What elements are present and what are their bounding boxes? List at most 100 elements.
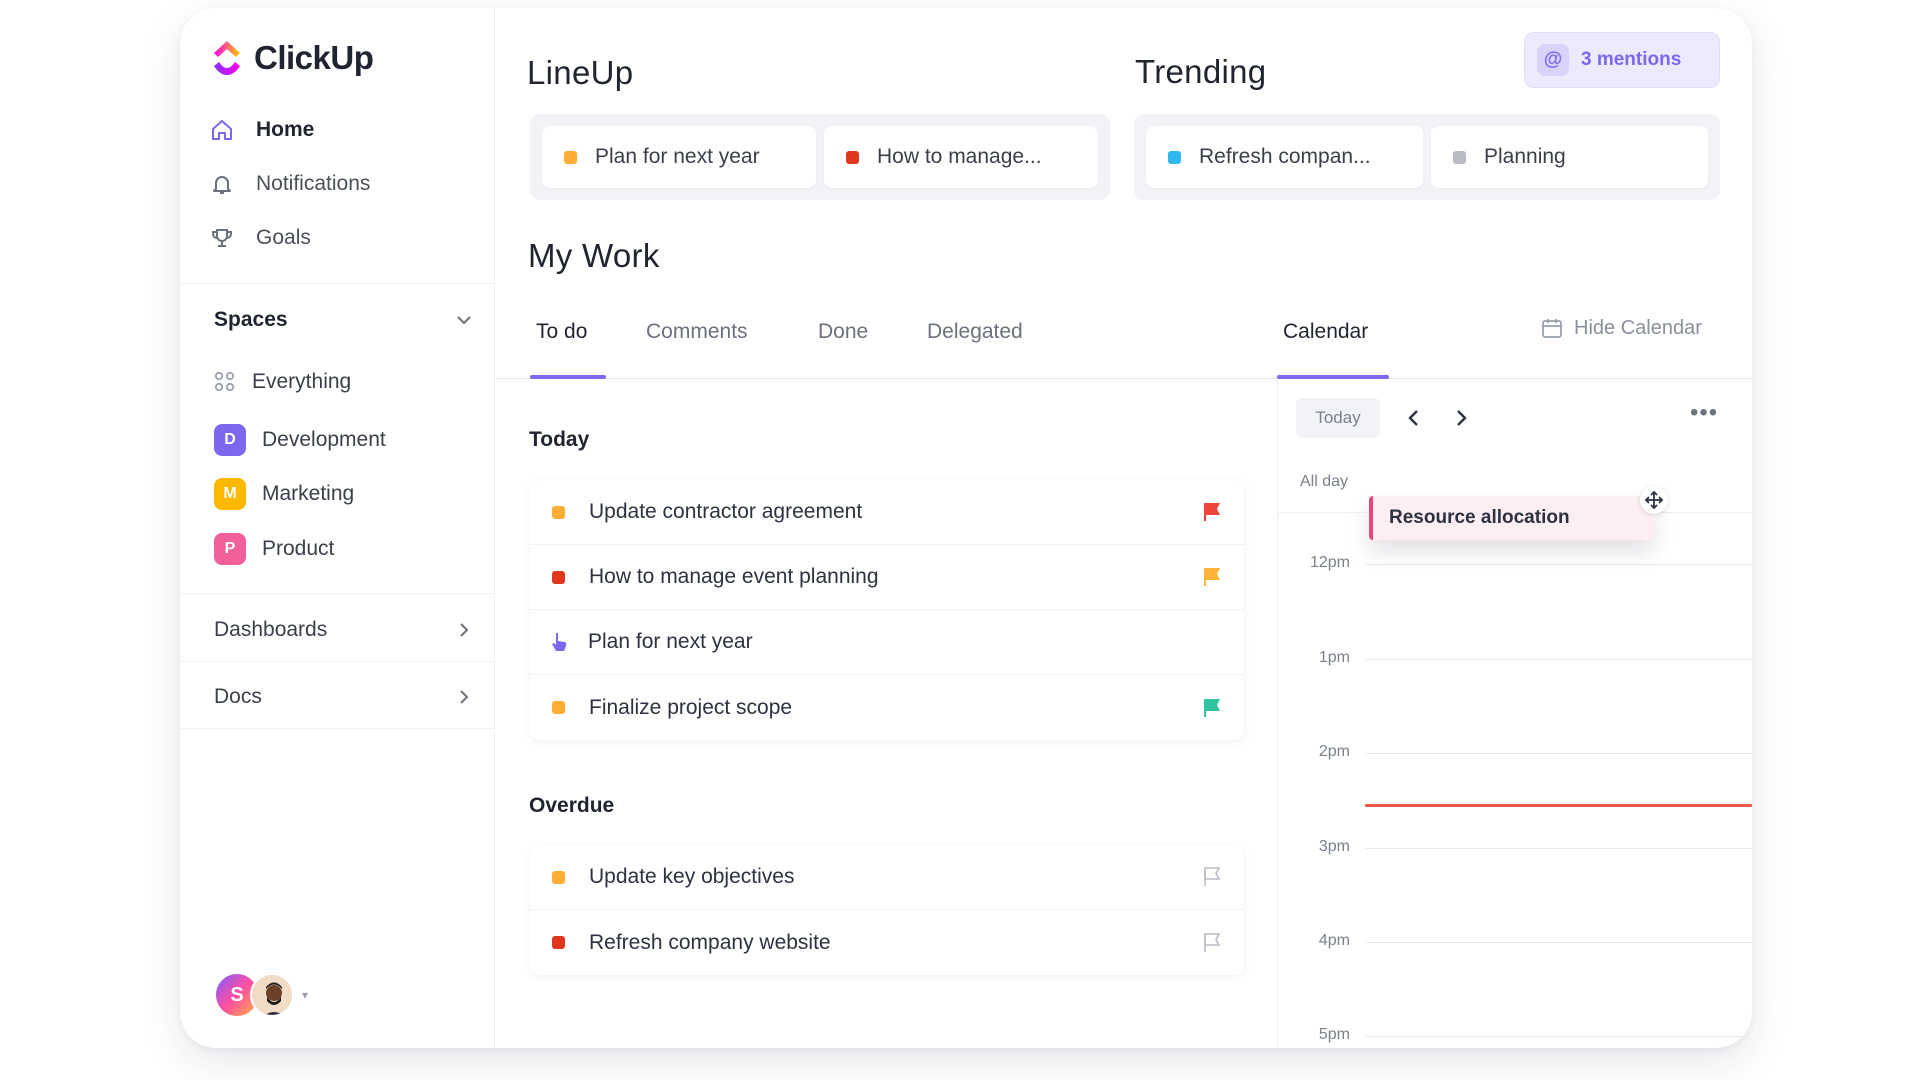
hour-line	[1365, 564, 1752, 565]
dashboards-item[interactable]: Dashboards	[214, 618, 474, 642]
home-icon	[212, 120, 232, 140]
lineup-card[interactable]: How to manage...	[824, 126, 1098, 188]
status-dot	[552, 505, 565, 519]
hour-label: 2pm	[1318, 743, 1350, 760]
dashboards-label: Dashboards	[214, 618, 328, 641]
divider	[180, 728, 495, 729]
trophy-icon	[212, 229, 232, 247]
status-dot	[552, 870, 565, 884]
space-label: Marketing	[262, 482, 355, 505]
bell-icon	[213, 176, 231, 194]
space-badge: P	[214, 533, 246, 565]
status-dot	[564, 150, 577, 164]
hide-calendar-label: Hide Calendar	[1574, 316, 1702, 339]
grid-icon	[214, 371, 235, 392]
tab-comments[interactable]: Comments	[646, 320, 748, 344]
task-row[interactable]: How to manage event planning	[530, 545, 1244, 610]
chevron-down-icon[interactable]	[454, 310, 474, 330]
nav-label-home: Home	[256, 118, 315, 141]
divider	[180, 593, 495, 594]
space-label-everything: Everything	[252, 370, 352, 393]
move-icon[interactable]	[1640, 486, 1668, 514]
logo[interactable]: ClickUp	[210, 38, 374, 78]
nav-label-goals: Goals	[256, 226, 311, 249]
task-row[interactable]: Update contractor agreement	[530, 480, 1244, 545]
space-label: Product	[262, 537, 335, 560]
today-task-list: Update contractor agreement How to manag…	[530, 480, 1244, 740]
trending-card[interactable]: Planning	[1431, 126, 1708, 188]
space-item-development[interactable]: D Development	[214, 424, 386, 456]
user-switcher[interactable]: S ▾	[214, 972, 308, 1018]
priority-flag-outline-icon[interactable]	[1200, 865, 1224, 889]
mentions-label: 3 mentions	[1581, 49, 1682, 70]
status-dot	[552, 701, 565, 714]
status-dot	[552, 570, 565, 584]
logo-text: ClickUp	[254, 39, 374, 76]
caret-down-icon[interactable]: ▾	[302, 988, 308, 1002]
status-dot	[552, 936, 565, 949]
space-item-marketing[interactable]: M Marketing	[214, 478, 354, 510]
tab-calendar[interactable]: Calendar	[1283, 320, 1368, 344]
hour-label: 3pm	[1318, 838, 1350, 855]
lineup-card-label: How to manage...	[877, 145, 1042, 168]
avatar-photo[interactable]	[250, 973, 294, 1017]
all-day-label: All day	[1300, 473, 1349, 490]
priority-flag-icon[interactable]	[1200, 565, 1224, 589]
person-icon	[252, 975, 292, 1015]
space-item-product[interactable]: P Product	[214, 533, 334, 565]
status-dot	[846, 150, 859, 164]
tab-delegated[interactable]: Delegated	[927, 320, 1023, 344]
spaces-title: Spaces	[214, 308, 288, 331]
task-row[interactable]: Finalize project scope	[530, 675, 1244, 740]
my-work-title: My Work	[528, 237, 660, 274]
status-dot	[1453, 150, 1466, 164]
nav-item-notifications[interactable]: Notifications	[210, 172, 370, 196]
space-item-everything[interactable]: Everything	[214, 370, 351, 394]
docs-item[interactable]: Docs	[214, 685, 474, 709]
priority-flag-icon[interactable]	[1200, 696, 1224, 720]
chevron-right-icon	[460, 623, 469, 637]
calendar-today-button[interactable]: Today	[1296, 398, 1380, 438]
clickup-logo-icon	[214, 41, 240, 75]
trending-card[interactable]: Refresh compan...	[1146, 126, 1423, 188]
spaces-header[interactable]: Spaces	[214, 308, 474, 332]
chevron-left-icon[interactable]	[1403, 406, 1425, 430]
hour-label: 1pm	[1318, 649, 1350, 666]
hour-line	[1365, 1036, 1752, 1037]
priority-flag-icon[interactable]	[1200, 500, 1224, 524]
tab-todo[interactable]: To do	[536, 320, 587, 344]
tab-done[interactable]: Done	[818, 320, 868, 344]
nav-item-goals[interactable]: Goals	[210, 226, 311, 250]
trending-title: Trending	[1135, 53, 1267, 90]
task-title: Finalize project scope	[589, 695, 793, 719]
overdue-group-label: Overdue	[529, 794, 615, 817]
mentions-button[interactable]: @ 3 mentions	[1524, 32, 1720, 88]
task-row[interactable]: Plan for next year	[530, 610, 1244, 675]
divider	[180, 661, 495, 662]
overdue-task-list: Update key objectives Refresh company we…	[530, 845, 1244, 975]
space-label: Development	[262, 428, 386, 451]
task-title: How to manage event planning	[589, 565, 879, 588]
nav-label-notifications: Notifications	[256, 172, 371, 195]
nav-item-home[interactable]: Home	[210, 118, 314, 142]
today-group-label: Today	[529, 428, 590, 451]
current-time-indicator	[1365, 804, 1752, 807]
docs-label: Docs	[214, 685, 262, 708]
status-dot	[1168, 150, 1181, 164]
priority-flag-outline-icon[interactable]	[1200, 931, 1224, 955]
pointer-hand-icon	[552, 633, 567, 651]
calendar-event[interactable]: Resource allocation	[1369, 496, 1654, 540]
task-title: Refresh company website	[589, 930, 831, 954]
chevron-right-icon[interactable]	[1450, 406, 1472, 430]
hide-calendar-button[interactable]: Hide Calendar	[1540, 316, 1702, 340]
trending-strip: Refresh compan... Planning	[1134, 114, 1720, 200]
lineup-card[interactable]: Plan for next year	[542, 126, 816, 188]
more-options-icon[interactable]: •••	[1690, 401, 1718, 425]
hour-label: 12pm	[1309, 554, 1350, 571]
task-row[interactable]: Update key objectives	[530, 845, 1244, 910]
task-row[interactable]: Refresh company website	[530, 910, 1244, 975]
lineup-card-label: Plan for next year	[595, 145, 760, 168]
task-title: Update key objectives	[589, 865, 795, 888]
task-title: Plan for next year	[588, 630, 753, 653]
calendar-icon	[1542, 319, 1562, 338]
